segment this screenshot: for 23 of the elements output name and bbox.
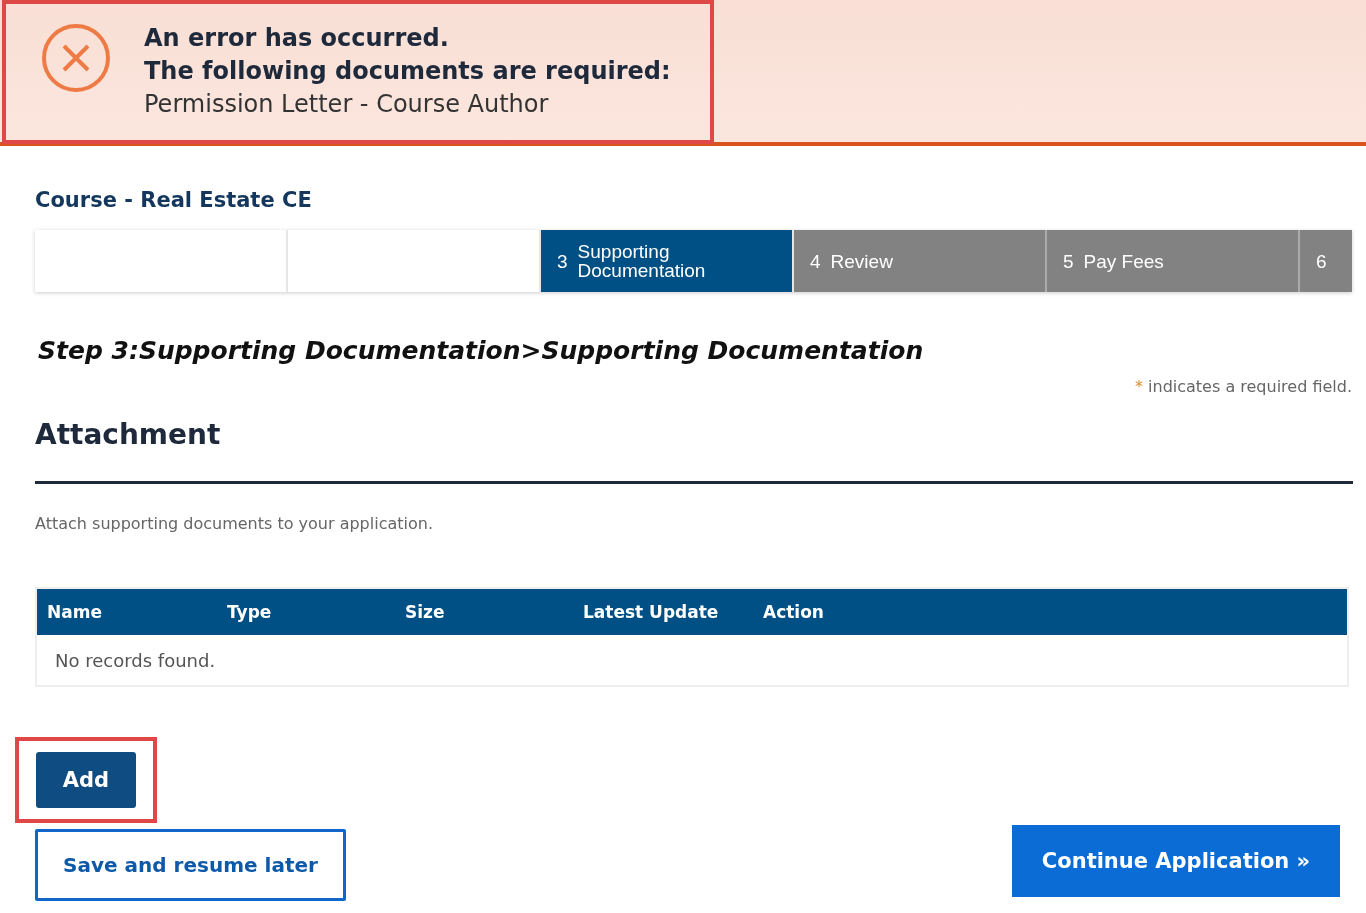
error-title: An error has occurred. — [144, 23, 450, 54]
save-button[interactable]: Save and resume later — [35, 829, 346, 901]
column-header: Action — [753, 588, 1348, 635]
step-tab[interactable]: 6 — [1300, 230, 1352, 292]
step-heading: Step 3:Supporting Documentation>Supporting Documentation — [38, 336, 925, 365]
required-document: Permission Letter - Course Author — [144, 89, 550, 120]
section-title: Attachment — [35, 418, 1353, 484]
step-tab[interactable] — [35, 230, 288, 292]
step-tab[interactable]: 4 Review — [794, 230, 1047, 292]
error-message: The following documents are required: — [144, 56, 671, 87]
add-button[interactable]: Add — [36, 752, 136, 808]
step-tab[interactable] — [288, 230, 541, 292]
column-header: Latest Update — [573, 588, 753, 635]
error-icon — [40, 22, 112, 94]
instructions: Attach supporting documents to your application. — [35, 514, 434, 533]
column-header: Size — [395, 588, 573, 635]
continue-button[interactable]: Continue Application » — [1012, 825, 1340, 897]
empty-message: No records found. — [36, 635, 1348, 686]
course-title: Course - Real Estate CE — [35, 188, 313, 212]
step-tab[interactable]: 5 Pay Fees — [1047, 230, 1300, 292]
required-note: * indicates a required field. — [1133, 377, 1352, 396]
column-header: Name — [36, 588, 217, 635]
column-header: Type — [217, 588, 395, 635]
